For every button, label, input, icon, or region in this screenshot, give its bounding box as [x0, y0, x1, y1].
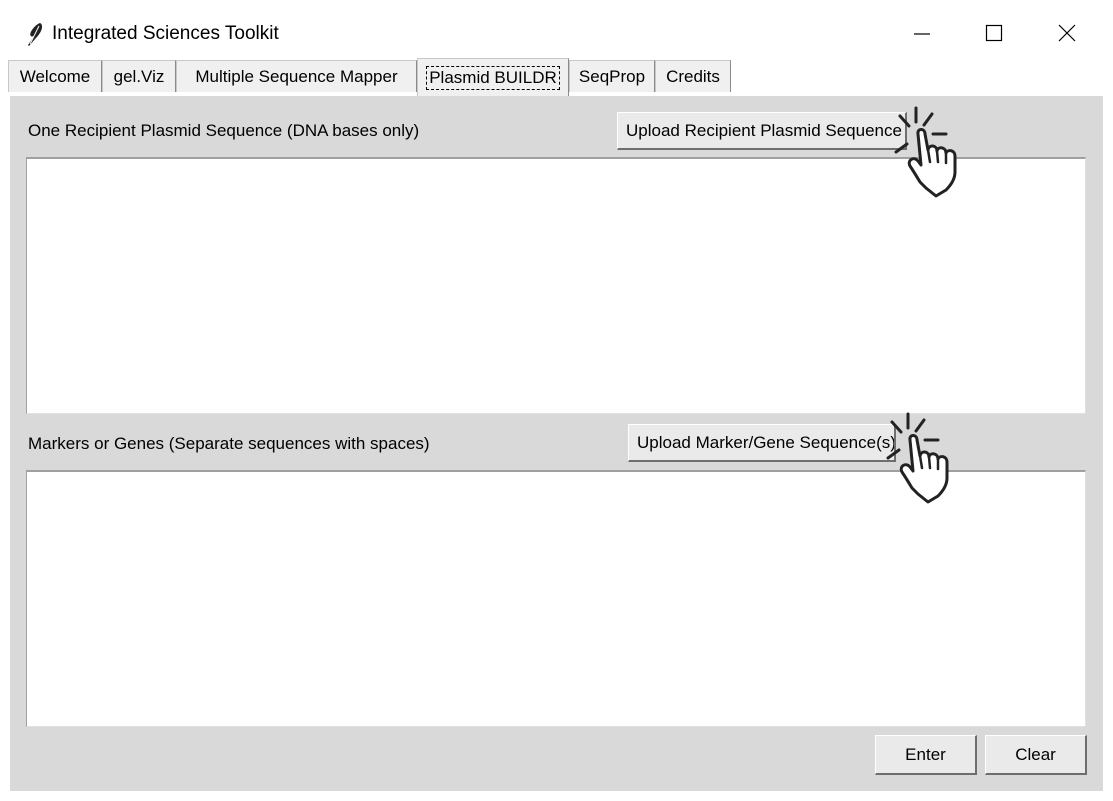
minimize-icon	[914, 33, 930, 35]
tab-multiple-sequence-mapper[interactable]: Multiple Sequence Mapper	[176, 60, 417, 92]
close-button[interactable]	[1045, 12, 1089, 54]
minimize-button[interactable]	[900, 12, 944, 54]
tab-plasmid-buildr[interactable]: Plasmid BUILDR	[417, 58, 569, 96]
click-hand-icon	[886, 412, 949, 504]
feather-icon	[28, 23, 43, 46]
tab-credits[interactable]: Credits	[655, 60, 731, 92]
recipient-plasmid-label: One Recipient Plasmid Sequence (DNA base…	[28, 121, 420, 140]
maximize-icon	[985, 24, 1003, 42]
close-icon	[1058, 24, 1076, 42]
tab-welcome[interactable]: Welcome	[8, 60, 102, 92]
window-titlebar: Integrated Sciences Toolkit	[0, 0, 1113, 58]
tab-gel-viz[interactable]: gel.Viz	[102, 60, 176, 92]
markers-genes-label: Markers or Genes (Separate sequences wit…	[28, 434, 430, 453]
maximize-button[interactable]	[972, 12, 1016, 54]
window-title: Integrated Sciences Toolkit	[52, 23, 279, 44]
click-hand-icon	[894, 106, 957, 198]
tab-seqprop[interactable]: SeqProp	[569, 60, 655, 92]
upload-marker-gene-button[interactable]: Upload Marker/Gene Sequence(s)	[628, 424, 896, 462]
clear-button[interactable]: Clear	[985, 735, 1087, 775]
markers-genes-input[interactable]	[26, 470, 1086, 727]
enter-button[interactable]: Enter	[875, 735, 977, 775]
upload-recipient-plasmid-button[interactable]: Upload Recipient Plasmid Sequence	[617, 112, 907, 150]
